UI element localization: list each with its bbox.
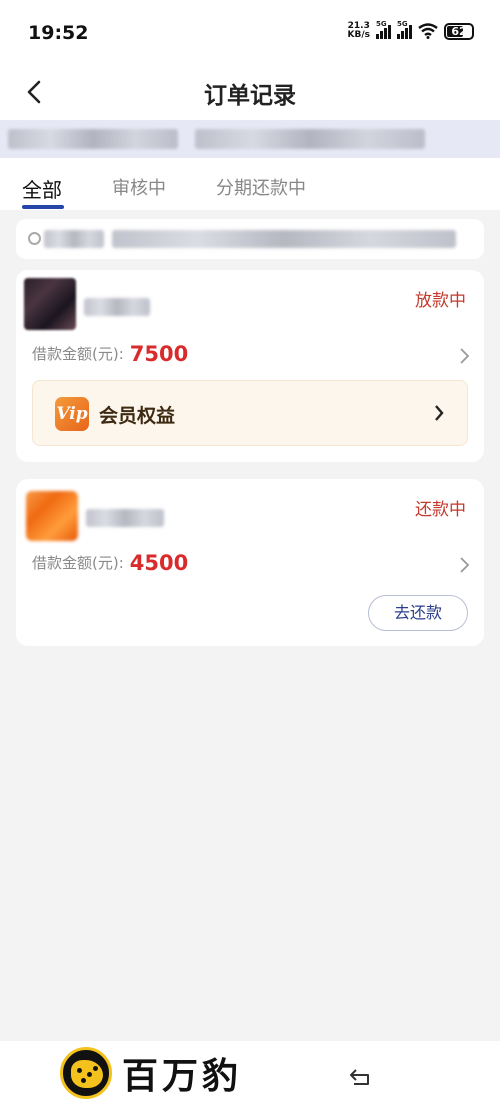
status-bar: 19:52 21.3 KB/s 5G 5G 62	[0, 0, 500, 66]
brand-name: 百万豹	[122, 1055, 243, 1097]
redacted-text	[44, 230, 104, 248]
page-title: 订单记录	[204, 83, 296, 109]
status-icons: 21.3 KB/s 5G 5G 62	[348, 20, 474, 40]
signal-label: 5G	[397, 20, 408, 28]
clock: 19:52	[28, 22, 89, 44]
repay-button[interactable]: 去还款	[368, 595, 468, 631]
signal-label: 5G	[376, 20, 387, 28]
redacted-text	[195, 129, 425, 149]
brand-watermark: 百万豹	[60, 1047, 242, 1099]
vip-icon: Vip	[55, 397, 89, 431]
redacted-text	[112, 230, 456, 248]
order-status: 放款中	[415, 291, 466, 311]
lender-logo	[26, 491, 78, 541]
vip-benefits-entry[interactable]: Vip 会员权益	[32, 380, 468, 446]
redacted-lender-name	[86, 509, 164, 527]
announcement-bar[interactable]	[16, 219, 484, 259]
network-speed: 21.3 KB/s	[348, 22, 370, 40]
order-card[interactable]: 放款中 借款金额(元): 7500 Vip 会员权益	[16, 270, 484, 462]
lender-logo	[24, 278, 76, 330]
loan-amount-row: 借款金额(元): 7500	[32, 342, 188, 366]
tab-installment-repaying[interactable]: 分期还款中	[216, 174, 306, 200]
loan-amount-label: 借款金额(元):	[32, 345, 124, 363]
battery-level: 62	[451, 24, 467, 38]
order-status: 还款中	[415, 500, 466, 520]
tab-indicator	[22, 205, 64, 209]
order-card[interactable]: 还款中 借款金额(元): 4500 去还款	[16, 479, 484, 646]
loan-amount-label: 借款金额(元):	[32, 554, 124, 572]
notice-strip	[0, 120, 500, 158]
chevron-right-icon	[435, 405, 444, 421]
loan-amount-row: 借款金额(元): 4500	[32, 551, 188, 575]
leopard-logo-icon	[60, 1047, 112, 1099]
system-back-icon[interactable]	[348, 1067, 374, 1087]
chevron-right-icon[interactable]	[458, 347, 470, 365]
announcement-icon	[28, 232, 41, 245]
loan-amount-value: 7500	[129, 342, 189, 366]
redacted-text	[8, 129, 178, 149]
network-speed-unit: KB/s	[347, 30, 370, 40]
redacted-lender-name	[84, 298, 150, 316]
tab-bar: 全部 审核中 分期还款中	[0, 158, 500, 210]
app-header: 订单记录	[0, 66, 500, 120]
loan-amount-value: 4500	[129, 551, 189, 575]
wifi-icon	[418, 23, 438, 39]
signal-icon: 5G	[376, 20, 391, 39]
signal-icon: 5G	[397, 20, 412, 39]
chevron-right-icon[interactable]	[458, 556, 470, 574]
tab-reviewing[interactable]: 审核中	[112, 174, 166, 200]
system-nav-bar: 百万豹	[0, 1041, 500, 1111]
vip-benefits-label: 会员权益	[99, 405, 176, 427]
battery-icon: 62	[444, 22, 474, 40]
tab-all[interactable]: 全部	[22, 174, 62, 203]
